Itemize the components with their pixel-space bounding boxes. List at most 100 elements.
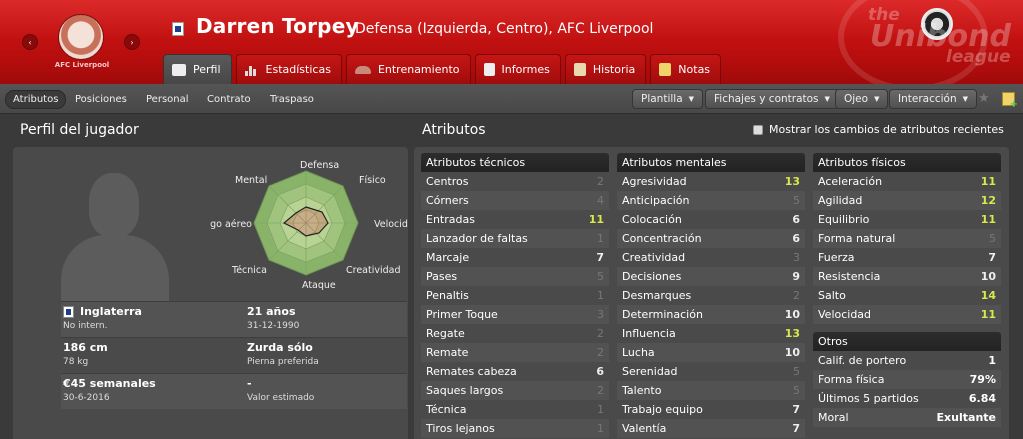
attribute-row[interactable]: Remate 2 — [421, 343, 609, 362]
attribute-value: 2 — [597, 384, 604, 397]
show-changes-checkbox[interactable] — [753, 125, 763, 135]
attribute-value: 1 — [597, 289, 604, 302]
attribute-row[interactable]: Agresividad 13 — [617, 172, 805, 191]
attribute-value: 3 — [597, 308, 604, 321]
player-info-grid: Inglaterra No intern. 21 años 31-12-1990… — [61, 301, 407, 409]
attribute-row[interactable]: Equilibrio 11 — [813, 210, 1001, 229]
attribute-row[interactable]: Trabajo equipo 7 — [617, 400, 805, 419]
next-player-button[interactable]: › — [124, 34, 140, 50]
attribute-row[interactable]: Penaltis 1 — [421, 286, 609, 305]
attribute-row[interactable]: Talento 5 — [617, 381, 805, 400]
attribute-name: Determinación — [622, 308, 703, 321]
attribute-row[interactable]: Anticipación 5 — [617, 191, 805, 210]
radar-label-ataque: Ataque — [302, 280, 336, 291]
attribute-row[interactable]: Salto 14 — [813, 286, 1001, 305]
attribute-row[interactable]: Agilidad 12 — [813, 191, 1001, 210]
attribute-row[interactable]: Aceleración 11 — [813, 172, 1001, 191]
attribute-value: 2 — [597, 346, 604, 359]
attribute-row[interactable]: Colocación 6 — [617, 210, 805, 229]
tab-estadisticas[interactable]: Estadísticas — [235, 54, 342, 84]
interaccion-dropdown[interactable]: Interacción ▼ — [889, 89, 978, 109]
attribute-value: 4 — [597, 194, 604, 207]
attribute-row[interactable]: Resistencia 10 — [813, 267, 1001, 286]
add-note-icon[interactable] — [1002, 92, 1018, 110]
attribute-value: 79% — [969, 373, 996, 386]
player-height: 186 cm — [63, 341, 108, 354]
previous-player-button[interactable]: ‹ — [22, 34, 38, 50]
attribute-row[interactable]: Córners 4 — [421, 191, 609, 210]
fichajes-dropdown[interactable]: Fichajes y contratos ▼ — [705, 89, 839, 109]
info-row: Inglaterra No intern. 21 años 31-12-1990 — [61, 301, 407, 337]
tab-historia[interactable]: Historia — [564, 54, 647, 84]
subnav-personal[interactable]: Personal — [139, 90, 196, 109]
attribute-row[interactable]: Decisiones 9 — [617, 267, 805, 286]
tab-informes[interactable]: Informes — [474, 54, 561, 84]
attribute-row[interactable]: Tiros lejanos 1 — [421, 419, 609, 438]
attribute-row[interactable]: Saques largos 2 — [421, 381, 609, 400]
subnav-posiciones[interactable]: Posiciones — [68, 90, 134, 109]
attribute-name: Técnica — [426, 403, 467, 416]
attribute-row[interactable]: Concentración 6 — [617, 229, 805, 248]
attribute-name: Tiros lejanos — [426, 422, 495, 435]
attribute-row[interactable]: Primer Toque 3 — [421, 305, 609, 324]
estimated-value: - — [247, 377, 252, 390]
league-logo-line: Unibond — [870, 19, 1011, 55]
info-row: 186 cm 78 kg Zurda sólo Pierna preferida — [61, 337, 407, 373]
tab-entrenamiento[interactable]: Entrenamiento — [345, 54, 471, 84]
tab-perfil[interactable]: Perfil — [163, 54, 232, 84]
attribute-row[interactable]: Desmarques 2 — [617, 286, 805, 305]
attribute-name: Trabajo equipo — [622, 403, 703, 416]
attribute-row[interactable]: Últimos 5 partidos 6.84 — [813, 389, 1001, 408]
attribute-value: 1 — [597, 232, 604, 245]
plantilla-dropdown[interactable]: Plantilla ▼ — [632, 89, 704, 109]
attribute-row[interactable]: Velocidad 11 — [813, 305, 1001, 324]
subnav-contrato[interactable]: Contrato — [200, 90, 258, 109]
attribute-name: Desmarques — [622, 289, 692, 302]
attribute-row[interactable]: Fuerza 7 — [813, 248, 1001, 267]
attribute-value: 13 — [784, 327, 800, 340]
subnav-traspaso[interactable]: Traspaso — [263, 90, 321, 109]
attribute-row[interactable]: Lanzador de faltas 1 — [421, 229, 609, 248]
attribute-value: 3 — [793, 251, 800, 264]
ojeo-dropdown[interactable]: Ojeo ▼ — [835, 89, 889, 109]
tab-notas[interactable]: Notas — [650, 54, 722, 84]
attribute-name: Concentración — [622, 232, 702, 245]
attribute-row[interactable]: Calif. de portero 1 — [813, 351, 1001, 370]
bar-chart-icon — [244, 64, 259, 76]
attribute-row[interactable]: Influencia 13 — [617, 324, 805, 343]
attribute-name: Lucha — [622, 346, 655, 359]
attribute-name: Velocidad — [818, 308, 872, 321]
attribute-row[interactable]: Forma física 79% — [813, 370, 1001, 389]
attribute-row[interactable]: Valentía 7 — [617, 419, 805, 438]
attribute-row[interactable]: Lucha 10 — [617, 343, 805, 362]
star-icon[interactable]: ★ — [978, 91, 990, 106]
attribute-value: 7 — [596, 251, 604, 264]
subnav-atributos[interactable]: Atributos — [5, 90, 67, 109]
league-logo-text: the Unibond league — [868, 6, 1011, 66]
attribute-name: Fuerza — [818, 251, 855, 264]
attribute-row[interactable]: Centros 2 — [421, 172, 609, 191]
attribute-name: Moral — [818, 411, 849, 424]
attribute-row[interactable]: Técnica 1 — [421, 400, 609, 419]
nationality: Inglaterra — [63, 305, 142, 318]
attribute-row[interactable]: Pases 5 — [421, 267, 609, 286]
attribute-row[interactable]: Forma natural 5 — [813, 229, 1001, 248]
club-badge-icon[interactable] — [58, 14, 104, 60]
attribute-row[interactable]: Entradas 11 — [421, 210, 609, 229]
radar-label-juego-aereo: Juego aéreo — [210, 219, 252, 230]
attribute-row[interactable]: Creatividad 3 — [617, 248, 805, 267]
chevron-left-icon: ‹ — [28, 37, 32, 47]
attribute-row[interactable]: Regate 2 — [421, 324, 609, 343]
show-changes-label[interactable]: Mostrar los cambios de atributos recient… — [769, 123, 1004, 136]
chevron-right-icon: › — [130, 37, 134, 47]
silhouette-head — [89, 173, 139, 237]
attribute-row[interactable]: Determinación 10 — [617, 305, 805, 324]
attribute-row[interactable]: Moral Exultante — [813, 408, 1001, 427]
technical-attributes: Atributos técnicos Centros 2 Córners 4 Entra… — [421, 153, 609, 438]
attribute-row[interactable]: Remates cabeza 6 — [421, 362, 609, 381]
attribute-name: Pases — [426, 270, 458, 283]
attribute-row[interactable]: Marcaje 7 — [421, 248, 609, 267]
player-header: ‹ AFC Liverpool › Darren Torpey Defensa … — [0, 0, 1023, 84]
attribute-row[interactable]: Serenidad 5 — [617, 362, 805, 381]
attribute-name: Agilidad — [818, 194, 863, 207]
